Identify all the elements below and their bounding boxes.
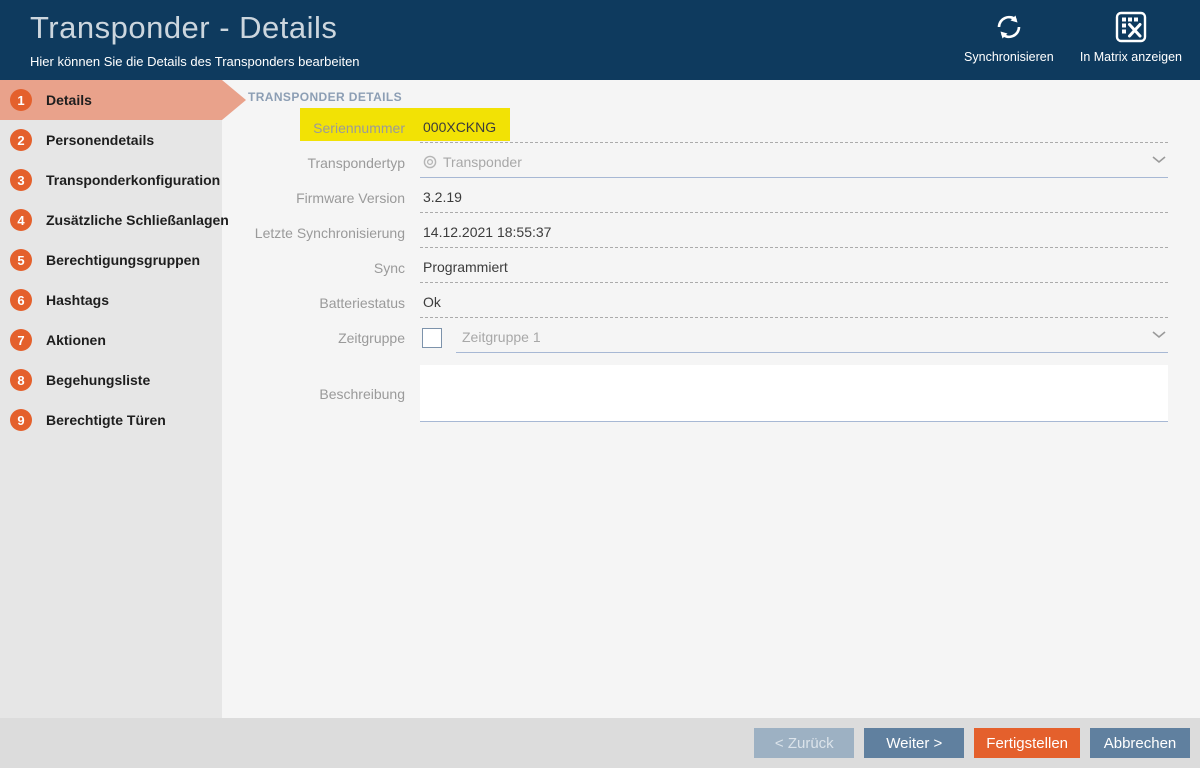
sync-icon: [992, 8, 1026, 46]
sidebar-item-hashtags[interactable]: 6 Hashtags: [0, 280, 222, 320]
finish-button[interactable]: Fertigstellen: [974, 728, 1080, 758]
step-number-badge: 4: [10, 209, 32, 231]
transponder-details-form: Seriennummer 000XCKNG Transpondertyp Tra…: [222, 110, 1200, 422]
window-header: Transponder - Details Hier können Sie di…: [0, 0, 1200, 80]
sidebar-item-berechtigungsgruppen[interactable]: 5 Berechtigungsgruppen: [0, 240, 222, 280]
field-value: Ok: [420, 294, 441, 310]
sidebar-item-label: Zusätzliche Schließanlagen: [46, 212, 229, 228]
show-in-matrix-label: In Matrix anzeigen: [1080, 50, 1182, 64]
zeitgruppe-dropdown[interactable]: Zeitgruppe 1: [456, 323, 1168, 353]
sidebar-item-label: Begehungsliste: [46, 372, 150, 388]
field-row-transpondertyp: Transpondertyp Transponder: [222, 145, 1200, 180]
step-number-badge: 7: [10, 329, 32, 351]
wizard-footer: < Zurück Weiter > Fertigstellen Abbreche…: [0, 718, 1200, 768]
step-number-badge: 1: [10, 89, 32, 111]
sidebar-item-label: Berechtigte Türen: [46, 412, 166, 428]
batteriestatus-field: Ok: [420, 288, 1168, 318]
cancel-button[interactable]: Abbrechen: [1090, 728, 1190, 758]
field-label: Firmware Version: [222, 190, 405, 206]
seriennummer-field: 000XCKNG: [420, 113, 1168, 143]
sidebar-item-label: Details: [46, 92, 92, 108]
transpondertyp-dropdown[interactable]: Transponder: [420, 148, 1168, 178]
chevron-down-icon: [1152, 326, 1166, 344]
field-row-firmware: Firmware Version 3.2.19: [222, 180, 1200, 215]
sidebar-item-transponderkonfiguration[interactable]: 3 Transponderkonfiguration: [0, 160, 222, 200]
field-row-seriennummer: Seriennummer 000XCKNG: [222, 110, 1200, 145]
step-number-badge: 9: [10, 409, 32, 431]
chevron-down-icon: [1152, 151, 1166, 169]
field-row-letzte-synchronisierung: Letzte Synchronisierung 14.12.2021 18:55…: [222, 215, 1200, 250]
field-value: 3.2.19: [420, 189, 462, 205]
field-value: 000XCKNG: [420, 119, 496, 135]
field-value: Zeitgruppe 1: [456, 329, 541, 345]
step-number-badge: 6: [10, 289, 32, 311]
field-value: Programmiert: [420, 259, 508, 275]
sidebar-item-label: Hashtags: [46, 292, 109, 308]
show-in-matrix-button[interactable]: In Matrix anzeigen: [1080, 8, 1182, 64]
field-label: Beschreibung: [222, 386, 405, 402]
next-button[interactable]: Weiter >: [864, 728, 964, 758]
transponder-type-icon: [423, 155, 437, 169]
details-form-panel: TRANSPONDER DETAILS Seriennummer 000XCKN…: [222, 80, 1200, 718]
matrix-icon: [1114, 8, 1148, 46]
letzte-synchronisierung-field: 14.12.2021 18:55:37: [420, 218, 1168, 248]
zeitgruppe-wrap: Zeitgruppe 1: [420, 323, 1168, 353]
sidebar-item-label: Personendetails: [46, 132, 154, 148]
sidebar-item-label: Aktionen: [46, 332, 106, 348]
sidebar-item-zusaetzliche-schliessanlagen[interactable]: 4 Zusätzliche Schließanlagen: [0, 200, 222, 240]
sidebar-item-label: Transponderkonfiguration: [46, 172, 220, 188]
field-row-batteriestatus: Batteriestatus Ok: [222, 285, 1200, 320]
sidebar-item-personendetails[interactable]: 2 Personendetails: [0, 120, 222, 160]
beschreibung-textarea[interactable]: [420, 365, 1168, 422]
field-label: Transpondertyp: [222, 155, 405, 171]
header-actions: Synchronisieren In Matrix anzeigen: [964, 8, 1182, 64]
section-title: TRANSPONDER DETAILS: [248, 90, 402, 104]
sidebar-item-label: Berechtigungsgruppen: [46, 252, 200, 268]
page-title: Transponder - Details: [30, 10, 337, 46]
wizard-step-sidebar: 1 Details 2 Personendetails 3 Transponde…: [0, 80, 222, 718]
zeitgruppe-checkbox[interactable]: [422, 328, 442, 348]
field-value: Transponder: [437, 154, 522, 170]
step-number-badge: 3: [10, 169, 32, 191]
field-row-zeitgruppe: Zeitgruppe Zeitgruppe 1: [222, 320, 1200, 355]
sidebar-item-details[interactable]: 1 Details: [0, 80, 222, 120]
sidebar-item-begehungsliste[interactable]: 8 Begehungsliste: [0, 360, 222, 400]
field-value: 14.12.2021 18:55:37: [420, 224, 551, 240]
back-button[interactable]: < Zurück: [754, 728, 854, 758]
firmware-field: 3.2.19: [420, 183, 1168, 213]
step-number-badge: 2: [10, 129, 32, 151]
field-label: Seriennummer: [222, 120, 405, 136]
sidebar-item-berechtigte-tueren[interactable]: 9 Berechtigte Türen: [0, 400, 222, 440]
synchronize-button[interactable]: Synchronisieren: [964, 8, 1054, 64]
field-row-beschreibung: Beschreibung: [222, 365, 1200, 422]
field-label: Batteriestatus: [222, 295, 405, 311]
field-label: Sync: [222, 260, 405, 276]
synchronize-label: Synchronisieren: [964, 50, 1054, 64]
field-row-sync: Sync Programmiert: [222, 250, 1200, 285]
field-label: Letzte Synchronisierung: [222, 225, 405, 241]
field-label: Zeitgruppe: [222, 330, 405, 346]
step-number-badge: 8: [10, 369, 32, 391]
step-number-badge: 5: [10, 249, 32, 271]
page-subtitle: Hier können Sie die Details des Transpon…: [30, 54, 360, 69]
sidebar-item-aktionen[interactable]: 7 Aktionen: [0, 320, 222, 360]
sync-field: Programmiert: [420, 253, 1168, 283]
